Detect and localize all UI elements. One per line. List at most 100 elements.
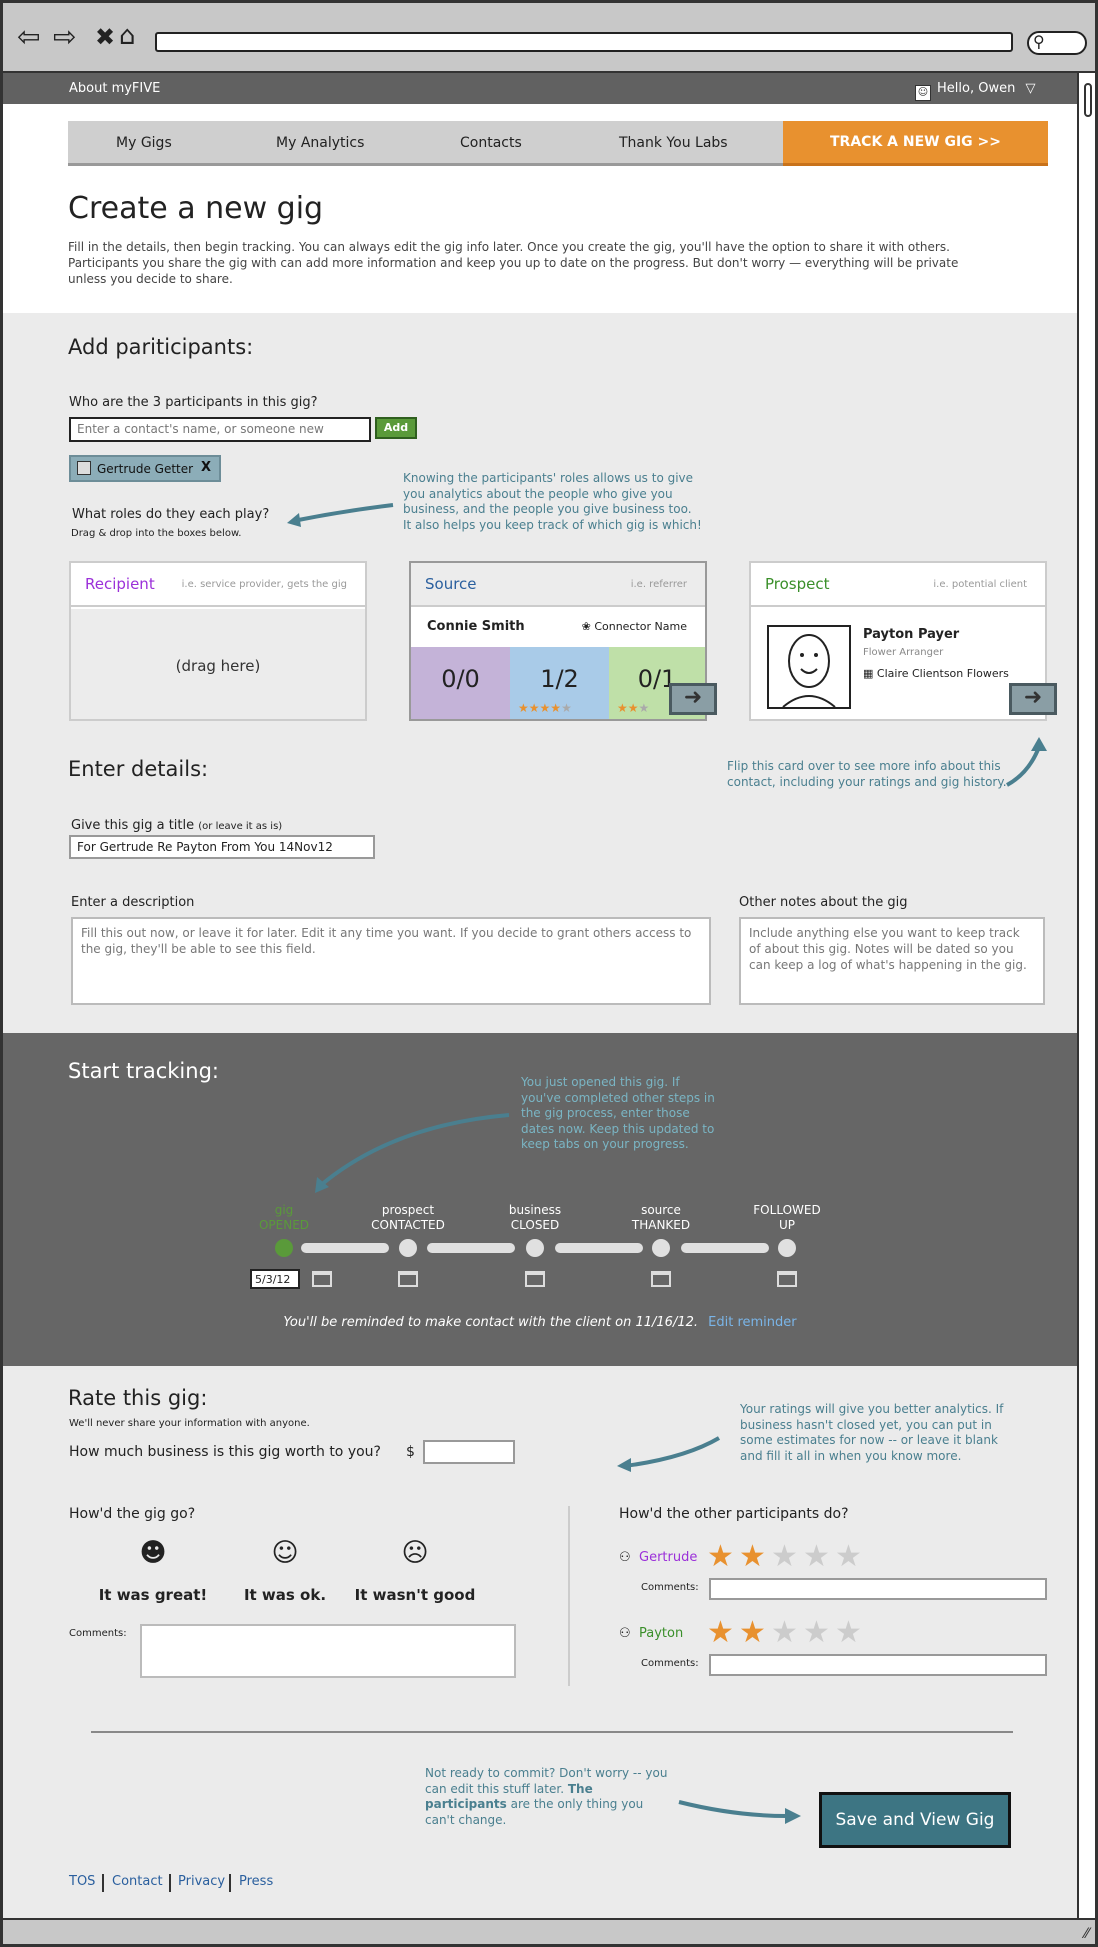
recipient-drop-zone[interactable]: (drag here): [71, 609, 365, 719]
source-card[interactable]: Source i.e. referrer Connie Smith ❀ Conn…: [409, 561, 717, 721]
connector-info: ❀ Connector Name: [582, 620, 687, 633]
search-icon: ⚲: [1033, 32, 1045, 51]
tracking-note-arrow: [315, 1113, 510, 1193]
remove-chip-button[interactable]: X: [201, 460, 211, 475]
others-question: How'd the other participants do?: [619, 1506, 849, 1522]
star-icon[interactable]: ★: [803, 1542, 830, 1572]
calendar-icon[interactable]: [651, 1271, 671, 1287]
tab-my-gigs[interactable]: My Gigs: [116, 135, 172, 151]
save-and-view-button[interactable]: Save and View Gig: [819, 1792, 1011, 1848]
star-icon[interactable]: ★: [739, 1618, 766, 1648]
avatar: [767, 625, 851, 709]
footer-link-privacy[interactable]: Privacy: [178, 1874, 225, 1889]
participants-title: Add pariticipants:: [68, 335, 254, 359]
gertrude-comments-input[interactable]: [709, 1578, 1047, 1600]
step-followed-dot[interactable]: [778, 1239, 796, 1257]
status-bar: ⁄⁄: [3, 1918, 1095, 1944]
step-contacted-dot[interactable]: [399, 1239, 417, 1257]
reminder-text: You'll be reminded to make contact with …: [283, 1315, 698, 1330]
notes-textarea[interactable]: Include anything else you want to keep t…: [739, 917, 1045, 1005]
about-link[interactable]: About myFIVE: [69, 81, 160, 96]
tab-my-analytics[interactable]: My Analytics: [276, 135, 364, 151]
star-icon[interactable]: ★: [835, 1618, 862, 1648]
roles-note-arrow: [287, 503, 394, 527]
flip-card-button[interactable]: ➜: [669, 683, 717, 715]
footer-divider: [169, 1874, 171, 1892]
browser-search-box[interactable]: ⚲: [1027, 31, 1087, 55]
address-bar[interactable]: [155, 32, 1013, 52]
star-icon[interactable]: ★: [803, 1618, 830, 1648]
edit-reminder-link[interactable]: Edit reminder: [708, 1315, 796, 1330]
flip-card-button[interactable]: ➜: [1009, 683, 1057, 715]
title-label: Give this gig a title (or leave it as is…: [71, 818, 282, 833]
description-textarea[interactable]: Fill this out now, or leave it for later…: [71, 917, 711, 1005]
worth-question: How much business is this gig worth to y…: [69, 1444, 381, 1460]
sad-face-icon[interactable]: ☹: [395, 1538, 435, 1568]
person-icon: ⚇: [619, 1626, 631, 1641]
prospect-card[interactable]: Prospect i.e. potential client Payton Pa…: [749, 561, 1057, 721]
user-menu[interactable]: ☺ Hello, Owen ▽: [915, 81, 1035, 101]
home-icon[interactable]: ⌂: [119, 23, 136, 49]
track-new-gig-button[interactable]: TRACK A NEW GIG >>: [783, 121, 1048, 166]
intro-text: Fill in the details, then begin tracking…: [68, 240, 959, 286]
scrollbar-thumb[interactable]: [1084, 83, 1092, 117]
calendar-icon[interactable]: [398, 1271, 418, 1287]
footer-link-tos[interactable]: TOS: [69, 1874, 95, 1889]
tracking-title: Start tracking:: [68, 1059, 219, 1083]
star-icon[interactable]: ★: [739, 1542, 766, 1572]
description-label: Enter a description: [71, 895, 195, 910]
step-closed-dot[interactable]: [526, 1239, 544, 1257]
prospect-title: Flower Arranger: [863, 647, 944, 658]
worth-input[interactable]: [423, 1440, 515, 1464]
footer-link-press[interactable]: Press: [239, 1874, 273, 1889]
calendar-icon[interactable]: [525, 1271, 545, 1287]
step-thanked-dot[interactable]: [652, 1239, 670, 1257]
resize-grip-icon[interactable]: ⁄⁄: [1084, 1926, 1089, 1942]
calendar-icon[interactable]: [312, 1271, 332, 1287]
tab-thank-you-labs[interactable]: Thank You Labs: [619, 135, 728, 151]
drop-placeholder: (drag here): [175, 657, 261, 675]
participant-search-input[interactable]: Enter a contact's name, or someone new: [69, 417, 371, 442]
recipient-card[interactable]: Recipient i.e. service provider, gets th…: [69, 561, 367, 721]
column-divider: [568, 1506, 570, 1686]
footer-link-contact[interactable]: Contact: [112, 1874, 163, 1889]
reminder-row: You'll be reminded to make contact with …: [3, 1315, 1077, 1330]
person-icon: [782, 634, 836, 708]
face-label-great[interactable]: It was great!: [83, 1586, 223, 1604]
opened-date-input[interactable]: 5/3/12: [250, 1269, 300, 1289]
payton-comments-input[interactable]: [709, 1654, 1047, 1676]
recipient-hint: i.e. service provider, gets the gig: [181, 579, 347, 590]
face-label-bad[interactable]: It wasn't good: [345, 1586, 485, 1604]
step-top: business: [508, 1203, 562, 1217]
close-icon[interactable]: ✖: [95, 25, 115, 49]
star-icon[interactable]: ★: [835, 1542, 862, 1572]
step-thanked-label: source THANKED: [601, 1203, 721, 1233]
tracking-note: You just opened this gig. If you've comp…: [521, 1075, 715, 1151]
arrow-right-icon[interactable]: ⇨: [53, 23, 76, 51]
face-label-ok[interactable]: It was ok.: [215, 1586, 355, 1604]
user-greeting: Hello, Owen: [937, 81, 1016, 96]
step-top: source: [641, 1203, 681, 1217]
divider: [91, 1731, 1013, 1733]
step-followed-label: FOLLOWED UP: [727, 1203, 847, 1233]
building-icon: ▦: [863, 667, 874, 680]
add-participant-button[interactable]: Add: [375, 417, 417, 439]
step-contacted-label: prospect CONTACTED: [348, 1203, 468, 1233]
star-icon[interactable]: ★: [707, 1542, 734, 1572]
connector-name: Connector Name: [594, 620, 687, 633]
calendar-icon[interactable]: [777, 1271, 797, 1287]
star-icon[interactable]: ★: [771, 1542, 798, 1572]
gig-title-input[interactable]: For Gertrude Re Payton From You 14Nov12: [69, 835, 375, 859]
score-stars: ★★★★★: [518, 701, 572, 715]
page-title: Create a new gig: [68, 191, 324, 226]
star-icon[interactable]: ★: [771, 1618, 798, 1648]
gig-comments-textarea[interactable]: [140, 1624, 516, 1678]
arrow-left-icon[interactable]: ⇦: [17, 23, 40, 51]
top-bar: About myFIVE ☺ Hello, Owen ▽: [3, 73, 1077, 104]
step-opened-dot[interactable]: [275, 1239, 293, 1257]
vertical-scrollbar[interactable]: [1077, 73, 1095, 1918]
neutral-face-icon[interactable]: ☺: [265, 1538, 305, 1568]
tab-contacts[interactable]: Contacts: [460, 135, 522, 151]
star-icon[interactable]: ★: [707, 1618, 734, 1648]
happy-face-icon[interactable]: ☻: [133, 1538, 173, 1568]
